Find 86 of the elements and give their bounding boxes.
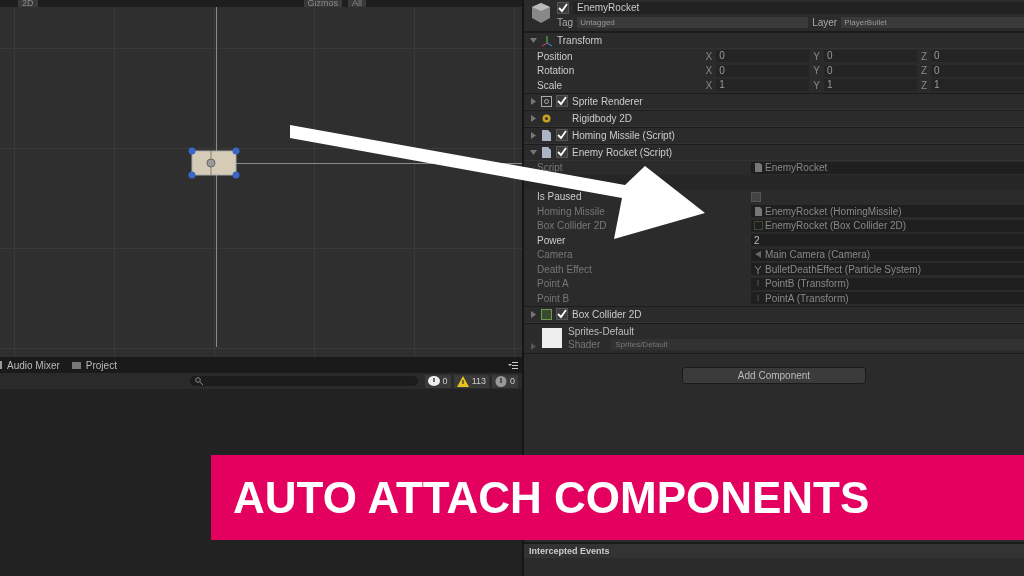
collapsed-arrow-icon xyxy=(530,342,536,350)
menu-icon xyxy=(508,362,518,369)
number-field[interactable]: 0 xyxy=(823,64,917,77)
number-field[interactable]: 0 xyxy=(716,64,810,77)
property-label: Script xyxy=(537,162,564,174)
toolbar-button[interactable]: All xyxy=(348,0,367,7)
number-field[interactable]: 1 xyxy=(716,79,810,92)
number-field[interactable]: 1 xyxy=(931,79,1024,92)
number-field[interactable]: 0 xyxy=(931,64,1024,77)
panel-tab[interactable]: Audio Mixer xyxy=(0,359,60,371)
axis-label: Y xyxy=(813,65,820,77)
panel-title: Intercepted Events xyxy=(529,546,610,556)
material-name: Sprites-Default xyxy=(568,325,636,337)
document-icon xyxy=(754,163,763,173)
gear-icon xyxy=(541,112,552,124)
number-field[interactable]: 1 xyxy=(823,79,917,92)
document-icon xyxy=(754,206,763,216)
number-field[interactable]: 0 xyxy=(931,50,1024,63)
property-label: Position xyxy=(537,50,574,62)
number-field[interactable]: 2 xyxy=(751,234,1024,247)
log-filter-button[interactable]: 0 xyxy=(424,374,451,388)
property-label: Is Paused xyxy=(537,191,583,203)
component-title: Enemy Rocket (Script) xyxy=(572,146,673,158)
component-title: Sprite Renderer xyxy=(572,95,643,107)
axis-label: Z xyxy=(920,79,927,91)
square-icon xyxy=(754,221,763,231)
log-filter-button[interactable]: 0 xyxy=(492,374,518,388)
material-swatch xyxy=(542,327,562,348)
title-banner: AUTO ATTACH COMPONENTS xyxy=(211,455,1024,540)
component-title: Rigidbody 2D xyxy=(572,112,633,124)
property-label: Point B xyxy=(537,292,571,304)
sparkle-icon xyxy=(754,264,763,274)
number-field[interactable]: 0 xyxy=(716,50,810,63)
property-label: Death Effect xyxy=(537,263,593,275)
axis-label: Y xyxy=(813,50,820,62)
shader-label: Shader xyxy=(568,338,601,350)
layer-label: Layer xyxy=(812,17,838,28)
sprite-object-drawing xyxy=(187,146,241,180)
add-component-button[interactable]: Add Component xyxy=(682,366,866,384)
document-icon xyxy=(541,146,552,158)
checkbox[interactable] xyxy=(556,146,568,158)
collapsed-arrow-icon[interactable] xyxy=(530,131,537,139)
tag-label: Tag xyxy=(557,17,574,28)
log-filter-button[interactable]: 113 xyxy=(453,374,489,388)
axis-label: Y xyxy=(813,79,820,91)
axis-label: Z xyxy=(920,50,927,62)
expanded-arrow-icon[interactable] xyxy=(530,37,537,44)
collapsed-arrow-icon[interactable] xyxy=(530,114,537,122)
axis-label: Z xyxy=(920,65,927,77)
square-icon xyxy=(541,308,552,320)
property-label: Point A xyxy=(537,278,570,290)
property-label: Homing Missile xyxy=(537,205,606,217)
axis-label: X xyxy=(705,65,713,77)
panel-tab[interactable]: Project xyxy=(71,359,117,371)
collapsed-arrow-icon[interactable] xyxy=(530,97,537,105)
property-label: Rotation xyxy=(537,65,576,77)
camera-icon xyxy=(754,250,763,260)
axis-label: X xyxy=(705,79,713,91)
search-field[interactable] xyxy=(190,376,418,386)
folder-icon xyxy=(71,360,81,370)
axis-label: X xyxy=(705,50,713,62)
number-field[interactable]: 0 xyxy=(823,50,917,63)
checkbox[interactable] xyxy=(556,129,568,141)
tag-dropdown[interactable]: Untagged xyxy=(577,17,809,28)
expanded-arrow-icon[interactable] xyxy=(530,148,537,156)
checkbox[interactable] xyxy=(751,191,761,202)
image-icon xyxy=(541,95,552,107)
collapsed-arrow-icon[interactable] xyxy=(530,310,537,318)
component-title: Box Collider 2D xyxy=(572,308,642,320)
checkbox[interactable] xyxy=(556,95,568,107)
layer-dropdown[interactable]: PlayerBullet xyxy=(841,17,1024,28)
property-label: Power xyxy=(537,234,567,246)
property-label: Scale xyxy=(537,79,563,91)
object-name-field[interactable]: EnemyRocket xyxy=(573,1,1024,14)
checkbox[interactable] xyxy=(557,1,569,14)
property-label: Box Collider 2D xyxy=(537,220,608,232)
toolbar-button[interactable]: 2D xyxy=(18,0,38,7)
cube-icon xyxy=(531,2,551,24)
search-icon xyxy=(195,377,203,385)
toolbar-button[interactable]: Gizmos xyxy=(303,0,343,7)
shader-dropdown[interactable]: Sprites/Default xyxy=(611,338,1024,350)
checkbox[interactable] xyxy=(556,308,568,320)
property-label: Camera xyxy=(537,249,574,261)
document-icon xyxy=(541,129,552,141)
component-title: Transform xyxy=(557,35,603,46)
component-title: Homing Missile (Script) xyxy=(572,129,675,141)
